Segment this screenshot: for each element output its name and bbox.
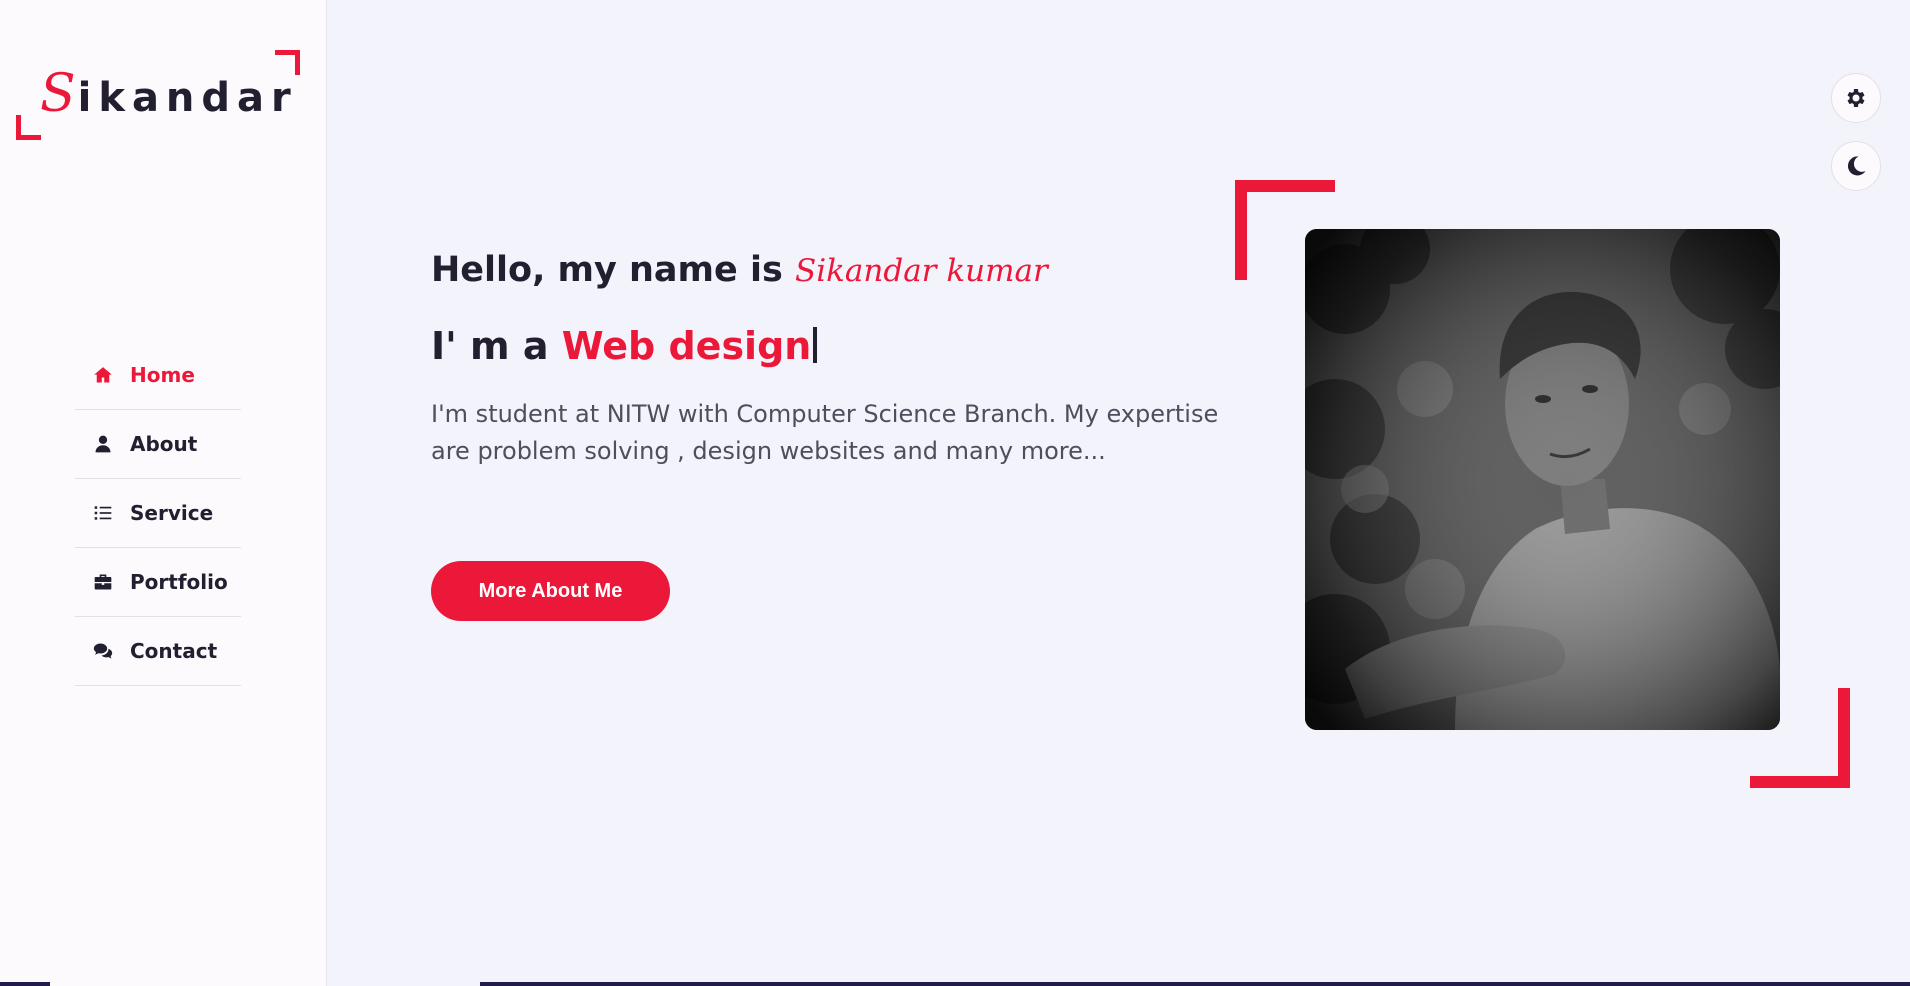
nav-label-portfolio: Portfolio <box>130 570 228 594</box>
logo-text: Sikandar <box>40 64 298 124</box>
nav-label-home: Home <box>130 363 195 387</box>
nav-link-service[interactable]: Service <box>92 501 213 525</box>
logo-rest: ikandar <box>77 75 298 121</box>
sidebar: Sikandar Home About Service Portfolio Co… <box>0 0 327 986</box>
nav-item-portfolio: Portfolio <box>75 548 241 617</box>
page-bottom-bar <box>480 982 1910 986</box>
nav-item-about: About <box>75 410 241 479</box>
nav-link-portfolio[interactable]: Portfolio <box>92 570 228 594</box>
profile-photo-illustration <box>1305 229 1780 730</box>
typing-cursor <box>813 327 818 363</box>
logo-corner-bottom-left <box>16 115 41 140</box>
greeting-heading: Hello, my name is Sikandar kumar <box>431 250 1048 290</box>
profile-photo <box>1305 229 1780 730</box>
nav-link-contact[interactable]: Contact <box>92 639 217 663</box>
page-bottom-bar-left <box>0 982 50 986</box>
nav-item-contact: Contact <box>75 617 241 686</box>
list-icon <box>92 502 114 524</box>
nav-item-home: Home <box>75 341 241 410</box>
more-about-me-button[interactable]: More About Me <box>431 561 670 621</box>
greeting-text: Hello, my name is <box>431 250 795 290</box>
role-heading: I' m a Web design <box>431 324 818 368</box>
person-name: Sikandar kumar <box>794 253 1048 289</box>
moon-icon <box>1847 156 1866 176</box>
role-typed-text: Web design <box>561 324 812 368</box>
intro-description: I'm student at NITW with Computer Scienc… <box>431 400 1219 465</box>
settings-toggle-button[interactable] <box>1831 73 1881 123</box>
home-icon <box>92 364 114 386</box>
comments-icon <box>92 640 114 662</box>
role-prefix: I' m a <box>431 324 562 368</box>
nav-item-service: Service <box>75 479 241 548</box>
theme-toggle-button[interactable] <box>1831 141 1881 191</box>
site-logo[interactable]: Sikandar <box>16 50 300 140</box>
gear-icon <box>1847 89 1865 107</box>
briefcase-icon <box>92 571 114 593</box>
nav-label-about: About <box>130 432 198 456</box>
nav-label-service: Service <box>130 501 214 525</box>
logo-initial: S <box>40 64 78 124</box>
user-icon <box>92 433 114 455</box>
nav-label-contact: Contact <box>130 639 218 663</box>
nav-link-about[interactable]: About <box>92 432 197 456</box>
main-nav: Home About Service Portfolio Contact <box>75 341 241 686</box>
nav-link-home[interactable]: Home <box>92 363 195 387</box>
